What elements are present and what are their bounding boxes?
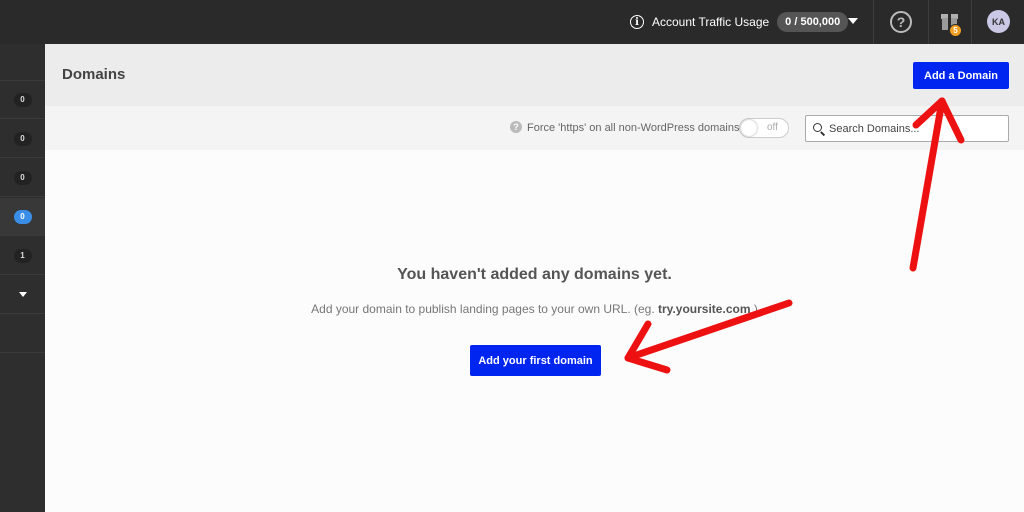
sidebar-item[interactable]: 0: [0, 159, 45, 197]
sidebar-item-count: 0: [13, 92, 32, 107]
chevron-down-icon: [18, 292, 27, 297]
top-bar: i Account Traffic Usage 0 / 500,000 ? 5 …: [0, 0, 1024, 44]
sidebar-item-domains[interactable]: 0: [0, 198, 45, 236]
domains-toolbar: ? Force 'https' on all non-WordPress dom…: [45, 106, 1024, 150]
search-input[interactable]: [829, 121, 999, 137]
sidebar-header: [0, 44, 45, 81]
toggle-state: off: [767, 122, 778, 133]
divider: [928, 0, 929, 44]
page-title: Domains: [62, 66, 126, 83]
sidebar-item[interactable]: 1: [0, 237, 45, 275]
sidebar: 0 0 0 0 1: [0, 44, 45, 512]
sidebar-item-count: 1: [13, 248, 32, 263]
add-domain-button[interactable]: Add a Domain: [913, 62, 1009, 89]
traffic-usage-label: Account Traffic Usage: [652, 15, 770, 29]
description-suffix: ): [750, 302, 758, 316]
search-icon: [813, 123, 822, 132]
empty-state-title: You haven't added any domains yet.: [397, 266, 672, 283]
description-prefix: Add your domain to publish landing pages…: [311, 302, 659, 316]
sidebar-item[interactable]: 0: [0, 120, 45, 158]
search-box[interactable]: [805, 115, 1009, 142]
info-icon: i: [630, 15, 644, 29]
empty-state-description: Add your domain to publish landing pages…: [45, 302, 1024, 316]
force-https-label: Force 'https' on all non-WordPress domai…: [527, 122, 740, 134]
toggle-knob: [741, 120, 757, 136]
traffic-usage-badge: 0 / 500,000: [777, 12, 849, 32]
account-traffic-usage[interactable]: i Account Traffic Usage 0 / 500,000: [630, 11, 849, 33]
chevron-down-icon[interactable]: [848, 18, 858, 24]
sidebar-more[interactable]: [0, 276, 45, 314]
divider: [971, 0, 972, 44]
notification-badge: 5: [949, 24, 962, 37]
sidebar-item-count: 0: [13, 209, 32, 224]
sidebar-item[interactable]: 0: [0, 81, 45, 119]
help-icon[interactable]: ?: [510, 121, 522, 133]
example-url: try.yoursite.com: [658, 302, 751, 316]
sidebar-item-count: 0: [13, 131, 32, 146]
help-icon[interactable]: ?: [890, 11, 912, 33]
avatar[interactable]: KA: [987, 10, 1010, 33]
sidebar-item-count: 0: [13, 170, 32, 185]
page-header: Domains Add a Domain: [45, 44, 1024, 106]
divider: [873, 0, 874, 44]
sidebar-spacer: [0, 315, 45, 353]
force-https-toggle[interactable]: off: [739, 118, 789, 138]
add-first-domain-button[interactable]: Add your first domain: [470, 345, 601, 376]
